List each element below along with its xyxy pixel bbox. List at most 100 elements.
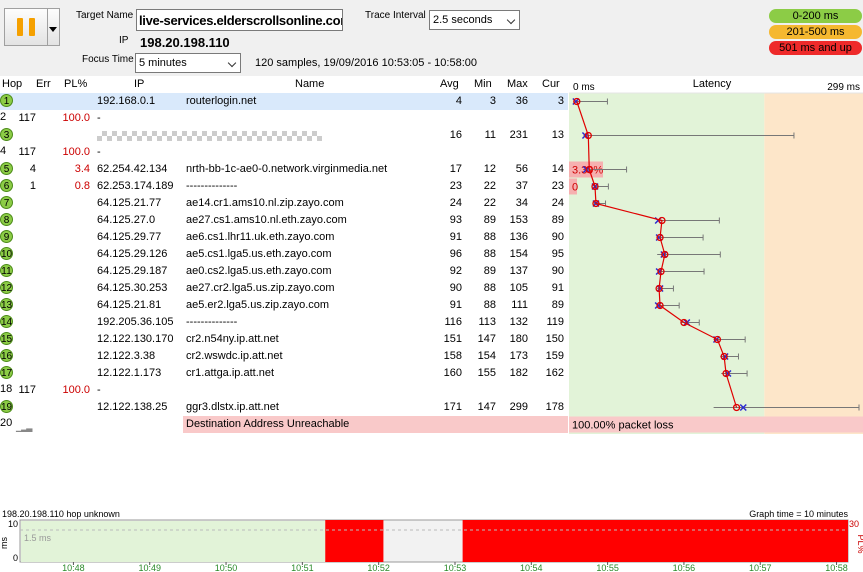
hop-number-badge: 11 (0, 264, 13, 277)
focus-time-select[interactable]: 5 minutes (135, 53, 241, 73)
hop-cur: 159 (545, 350, 564, 362)
target-name-input[interactable]: live-services.elderscrollsonline.com (136, 9, 343, 31)
target-name-label: Target Name (76, 10, 134, 21)
col-ip[interactable]: IP (134, 78, 144, 90)
timeline-tick-label: 10:53 (444, 563, 467, 572)
table-row[interactable]: 7 64.125.21.77 ae14.cr1.ams10.nl.zip.zayo.… (0, 195, 568, 212)
timeline-tick-label: 10:57 (749, 563, 772, 572)
legend-good: 0-200 ms (769, 9, 862, 23)
pause-button[interactable] (4, 8, 48, 46)
table-row[interactable]: 13 64.125.21.81 ae5.er2.lga5.us.zip.zayo.c… (0, 297, 568, 314)
table-row[interactable]: 8 64.125.27.0 ae27.cs1.ams10.nl.eth.zayo.c… (0, 212, 568, 229)
hop-max: 36 (515, 95, 528, 107)
col-avg[interactable]: Avg (440, 78, 459, 90)
timeline-tick-label: 10:50 (215, 563, 238, 572)
col-hop[interactable]: Hop (2, 78, 22, 90)
hop-min: 22 (483, 197, 496, 209)
hop-name: cr2.wswdc.ip.att.net (186, 350, 283, 362)
hop-number-badge: 14 (0, 315, 13, 328)
table-row[interactable]: 14 192.205.36.105 -------------- 116 113 132 1… (0, 314, 568, 331)
table-row[interactable]: 19 12.122.138.25 ggr3.dlstx.ip.att.net 171 1… (0, 399, 568, 416)
packet-loss-label: 100.00% packet loss (572, 420, 674, 432)
col-pl[interactable]: PL% (64, 78, 87, 90)
hop-min: 22 (483, 180, 496, 192)
hop-ip: 64.125.21.81 (97, 299, 162, 311)
hop-number-badge: 19 (0, 400, 13, 413)
hop-cur: 90 (551, 265, 564, 277)
pause-dropdown-button[interactable] (48, 8, 60, 46)
hop-avg: 23 (449, 180, 462, 192)
timeline-ms-note: 1.5 ms (24, 533, 52, 543)
timeline-graph: 198.20.198.110 hop unknown Graph time = 1… (0, 506, 863, 572)
hop-number-badge: 5 (0, 162, 13, 175)
hop-name: nrth-bb-1c-ae0-0.network.virginmedia.net (186, 163, 388, 175)
signal-bars-icon: ▁▂▃ (16, 423, 33, 432)
trace-interval-label: Trace Interval (365, 10, 426, 21)
hop-avg: 4 (455, 95, 462, 107)
trace-interval-select[interactable]: 2.5 seconds (429, 10, 520, 30)
hop-number-badge: 3 (0, 128, 13, 141)
col-max[interactable]: Max (507, 78, 528, 90)
good-latency-zone (569, 93, 765, 434)
hop-cur: 91 (551, 282, 564, 294)
hop-packet-loss: 3.4 (74, 163, 90, 175)
hop-min: 113 (478, 316, 496, 328)
hop-name: ae6.cs1.lhr11.uk.eth.zayo.com (186, 231, 335, 243)
table-row[interactable]: 20 Destination Address Unreachable ▁▂▃ (0, 416, 568, 433)
hop-number-badge: 10 (0, 247, 13, 260)
hop-cur: 14 (551, 163, 564, 175)
legend-bad: 501 ms and up (769, 41, 862, 55)
table-row[interactable]: 4 117 100.0- (0, 144, 568, 161)
table-row[interactable]: 16 12.122.3.38 cr2.wswdc.ip.att.net 158 154 1… (0, 348, 568, 365)
table-row[interactable]: 17 12.122.1.173 cr1.attga.ip.att.net 160 155… (0, 365, 568, 382)
hop-max: 136 (509, 231, 528, 243)
hop-name: Destination Address Unreachable (186, 418, 350, 430)
col-err[interactable]: Err (36, 78, 51, 90)
table-row[interactable]: 12 64.125.30.253 ae27.cr2.lga5.us.zip.zayo… (0, 280, 568, 297)
hop-min: 154 (477, 350, 496, 362)
hop-max: 153 (509, 214, 528, 226)
hop-number-badge: 1 (0, 94, 13, 107)
hop-cur: 23 (551, 180, 564, 192)
hop-number-badge: 9 (0, 230, 13, 243)
hop-max: 299 (509, 401, 528, 413)
hop-min: 11 (484, 129, 496, 141)
chevron-down-icon (227, 58, 237, 68)
ip-value: 198.20.198.110 (140, 35, 230, 50)
table-row[interactable]: 11 64.125.29.187 ae0.cs2.lga5.us.eth.zayo.… (0, 263, 568, 280)
hop-cur: 178 (545, 401, 564, 413)
latency-min-label: 0 ms (573, 82, 595, 93)
hop-ip: 192.168.0.1 (97, 95, 156, 107)
table-row[interactable]: 18 117 100.0- (0, 382, 568, 399)
hop-avg: 151 (443, 333, 462, 345)
col-min[interactable]: Min (474, 78, 492, 90)
hop-packet-loss: 100.0 (62, 112, 90, 124)
hop-number-badge: 17 (0, 366, 13, 379)
hop-name: cr1.attga.ip.att.net (186, 367, 275, 379)
hop-cur: 3 (557, 95, 564, 107)
table-row[interactable]: 6 1 0.8 62.253.174.189 -------------- 23 22 37 2… (0, 178, 568, 195)
hop-name: ae5.er2.lga5.us.zip.zayo.com (186, 299, 330, 311)
trace-interval-value: 2.5 seconds (433, 14, 493, 26)
table-row[interactable]: 5 4 3.4 62.254.42.134 nrth-bb-1c-ae0-0.netwo… (0, 161, 568, 178)
hop-ip: 64.125.29.187 (97, 265, 168, 277)
table-row[interactable]: 1 192.168.0.1 routerlogin.net 4 3 36 3 (0, 93, 568, 110)
timeline-pl-top: 30 (849, 519, 859, 529)
hop-min: 89 (483, 265, 496, 277)
hop-cur: 119 (546, 316, 564, 328)
hop-name: ae27.cs1.ams10.nl.eth.zayo.com (186, 214, 347, 226)
timeline-y-bottom: 0 (13, 553, 18, 563)
hop-name: -------------- (186, 180, 238, 192)
hop-max: 180 (509, 333, 528, 345)
col-cur[interactable]: Cur (542, 78, 560, 90)
hop-cur: 89 (551, 214, 564, 226)
col-name[interactable]: Name (295, 78, 324, 90)
table-row[interactable]: 9 64.125.29.77 ae6.cs1.lhr11.uk.eth.zayo.c… (0, 229, 568, 246)
ip-label: IP (119, 35, 129, 46)
hop-cur: 24 (551, 197, 564, 209)
table-row[interactable]: 15 12.122.130.170 cr2.n54ny.ip.att.net 151 1… (0, 331, 568, 348)
table-row[interactable]: 2 117 100.0- (0, 110, 568, 127)
table-row[interactable]: 3 16 11 231 13 (0, 127, 568, 144)
timeline-loss-region (325, 520, 384, 562)
table-row[interactable]: 10 64.125.29.126 ae5.cs1.lga5.us.eth.zayo.… (0, 246, 568, 263)
